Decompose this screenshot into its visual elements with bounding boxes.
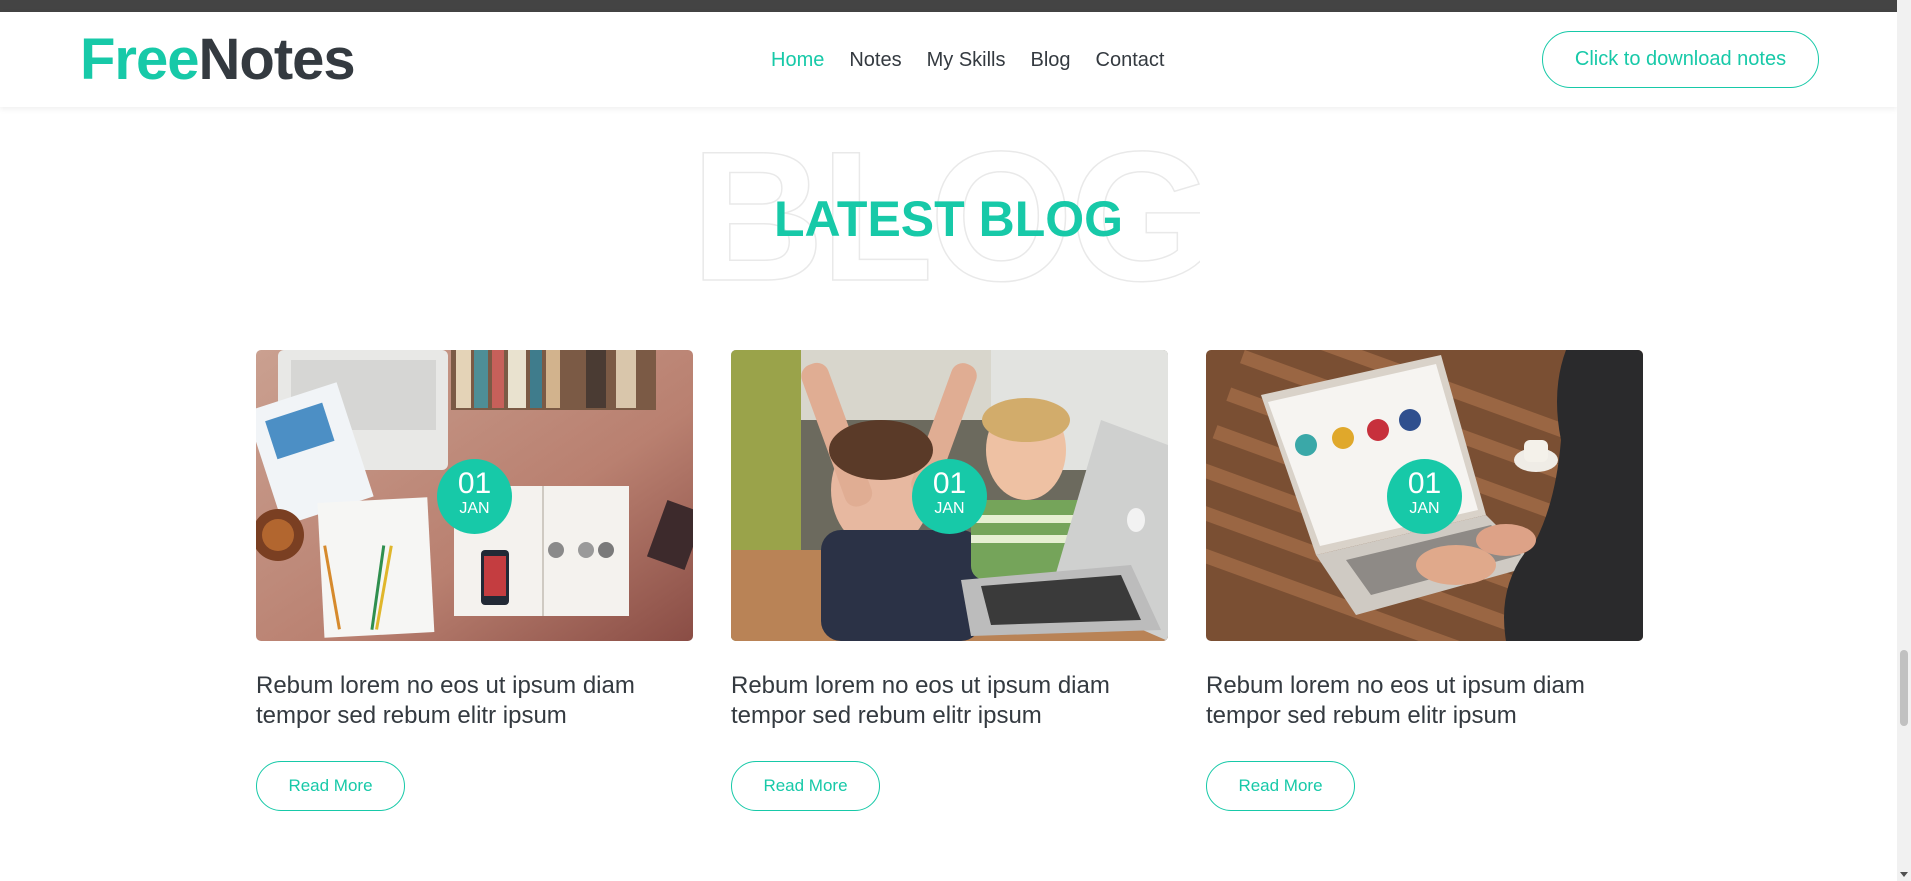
post-date-badge: 01 JAN (437, 459, 512, 534)
page-scrollbar[interactable] (1897, 0, 1911, 881)
nav-item-blog[interactable]: Blog (1031, 48, 1071, 72)
scrollbar-thumb[interactable] (1900, 650, 1908, 726)
nav-item-home[interactable]: Home (771, 48, 824, 72)
brand-logo-free: Free (80, 27, 200, 92)
blog-card-title[interactable]: Rebum lorem no eos ut ipsum diam tempor … (731, 671, 1168, 731)
blog-card-image[interactable]: 01 JAN (1206, 350, 1643, 641)
blog-card-title[interactable]: Rebum lorem no eos ut ipsum diam tempor … (1206, 671, 1643, 731)
blog-card-image[interactable]: 01 JAN (731, 350, 1168, 641)
post-date-day: 01 (1407, 467, 1442, 500)
post-date-badge: 01 JAN (912, 459, 987, 534)
post-date-month: JAN (934, 500, 965, 517)
post-date-day: 01 (457, 467, 492, 500)
nav-item-notes[interactable]: Notes (849, 48, 901, 72)
blog-card: 01 JAN Rebum lorem no eos ut ipsum diam … (731, 350, 1168, 811)
brand-logo[interactable]: FreeNotes (80, 27, 356, 93)
blog-card: 01 JAN Rebum lorem no eos ut ipsum diam … (256, 350, 693, 811)
section-title: LATEST BLOG (773, 191, 1124, 247)
nav-item-contact[interactable]: Contact (1096, 48, 1165, 72)
main-nav: Home Notes My Skills Blog Contact (771, 48, 1189, 72)
read-more-button[interactable]: Read More (1206, 761, 1355, 811)
brand-logo-notes: Notes (198, 27, 356, 92)
blog-card-title[interactable]: Rebum lorem no eos ut ipsum diam tempor … (256, 671, 693, 731)
blog-card: 01 JAN Rebum lorem no eos ut ipsum diam … (1206, 350, 1643, 811)
scroll-down-arrow-icon[interactable] (1900, 872, 1908, 877)
read-more-button[interactable]: Read More (731, 761, 880, 811)
navbar: FreeNotes Home Notes My Skills Blog Cont… (0, 12, 1897, 107)
blog-card-image[interactable]: 01 JAN (256, 350, 693, 641)
window-top-bar (0, 0, 1897, 12)
read-more-button[interactable]: Read More (256, 761, 405, 811)
download-notes-button[interactable]: Click to download notes (1542, 31, 1819, 88)
post-date-badge: 01 JAN (1387, 459, 1462, 534)
nav-item-my-skills[interactable]: My Skills (927, 48, 1006, 72)
post-date-day: 01 (932, 467, 967, 500)
post-date-month: JAN (459, 500, 490, 517)
post-date-month: JAN (1409, 500, 1440, 517)
